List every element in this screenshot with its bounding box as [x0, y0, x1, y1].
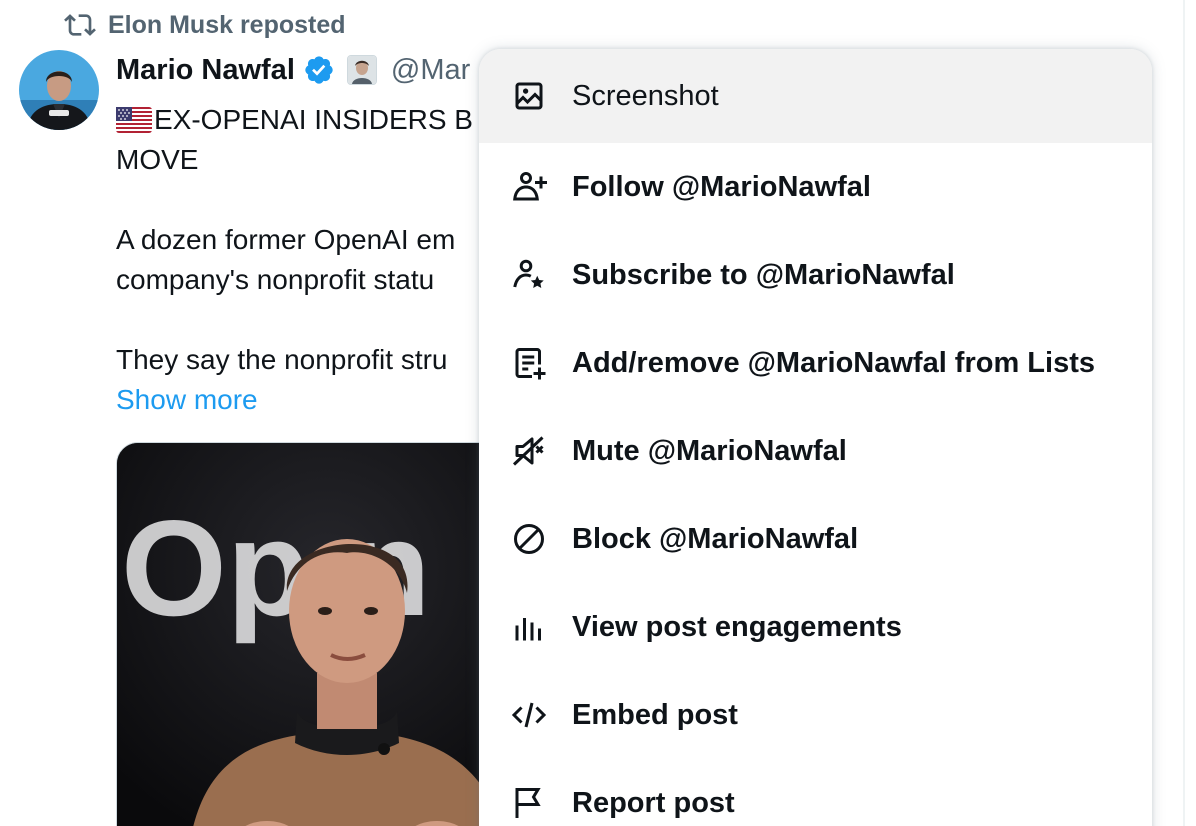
avatar[interactable]	[19, 50, 99, 130]
menu-item-label: Embed post	[572, 698, 738, 731]
repost-icon	[64, 14, 96, 36]
flag-icon	[509, 783, 549, 823]
image-icon	[509, 76, 549, 116]
tweet-line-blank	[116, 180, 486, 220]
menu-item-label: Report post	[572, 786, 735, 819]
embed-code-icon	[509, 695, 549, 735]
author-name[interactable]: Mario Nawfal	[116, 54, 295, 87]
verified-badge-icon[interactable]	[303, 54, 335, 86]
repost-text: Elon Musk reposted	[108, 10, 346, 39]
column-divider	[1183, 0, 1185, 826]
menu-item-label: Add/remove @MarioNawfal from Lists	[572, 346, 1095, 379]
affiliate-badge-icon[interactable]	[346, 55, 377, 85]
show-more-link[interactable]: Show more	[116, 380, 486, 420]
tweet-headline: EX-OPENAI INSIDERS B	[154, 104, 473, 135]
block-icon	[509, 519, 549, 559]
post-options-menu: Screenshot Follow @MarioNawfal Subscribe…	[479, 49, 1152, 826]
tweet-media-image[interactable]: Op n	[116, 442, 538, 826]
menu-item-label: View post engagements	[572, 610, 902, 643]
menu-item-block[interactable]: Block @MarioNawfal	[479, 495, 1152, 583]
menu-item-label: Mute @MarioNawfal	[572, 434, 847, 467]
tweet-line: A dozen former OpenAI em	[116, 224, 456, 255]
timeline-page: Elon Musk reposted Mario Nawfal @Mar EX-…	[0, 0, 1196, 826]
menu-item-engagements[interactable]: View post engagements	[479, 583, 1152, 671]
menu-item-embed[interactable]: Embed post	[479, 671, 1152, 759]
menu-item-report[interactable]: Report post	[479, 759, 1152, 826]
tweet-line: MOVE	[116, 144, 199, 175]
menu-item-label: Screenshot	[572, 79, 719, 112]
menu-item-screenshot[interactable]: Screenshot	[479, 49, 1152, 143]
engagements-bars-icon	[509, 607, 549, 647]
tweet-line: EX-OPENAI INSIDERS B	[116, 100, 486, 140]
us-flag-icon	[116, 107, 152, 133]
menu-item-lists[interactable]: Add/remove @MarioNawfal from Lists	[479, 319, 1152, 407]
subscribe-star-icon	[509, 255, 549, 295]
author-handle[interactable]: @Mar	[391, 54, 470, 87]
list-add-icon	[509, 343, 549, 383]
repost-indicator[interactable]: Elon Musk reposted	[64, 8, 346, 42]
menu-item-label: Follow @MarioNawfal	[572, 170, 871, 203]
tweet-header: Mario Nawfal @Mar	[116, 50, 470, 90]
tweet-text: EX-OPENAI INSIDERS B MOVE A dozen former…	[116, 100, 486, 420]
show-more-label[interactable]: Show more	[116, 384, 258, 415]
menu-item-mute[interactable]: Mute @MarioNawfal	[479, 407, 1152, 495]
mute-speaker-icon	[509, 431, 549, 471]
menu-item-subscribe[interactable]: Subscribe to @MarioNawfal	[479, 231, 1152, 319]
tweet-line: company's nonprofit statu	[116, 264, 435, 295]
tweet-line-blank	[116, 300, 486, 340]
follow-user-icon	[509, 167, 549, 207]
menu-item-label: Block @MarioNawfal	[572, 522, 859, 555]
menu-item-label: Subscribe to @MarioNawfal	[572, 258, 955, 291]
menu-item-follow[interactable]: Follow @MarioNawfal	[479, 143, 1152, 231]
tweet-line: They say the nonprofit stru	[116, 344, 448, 375]
